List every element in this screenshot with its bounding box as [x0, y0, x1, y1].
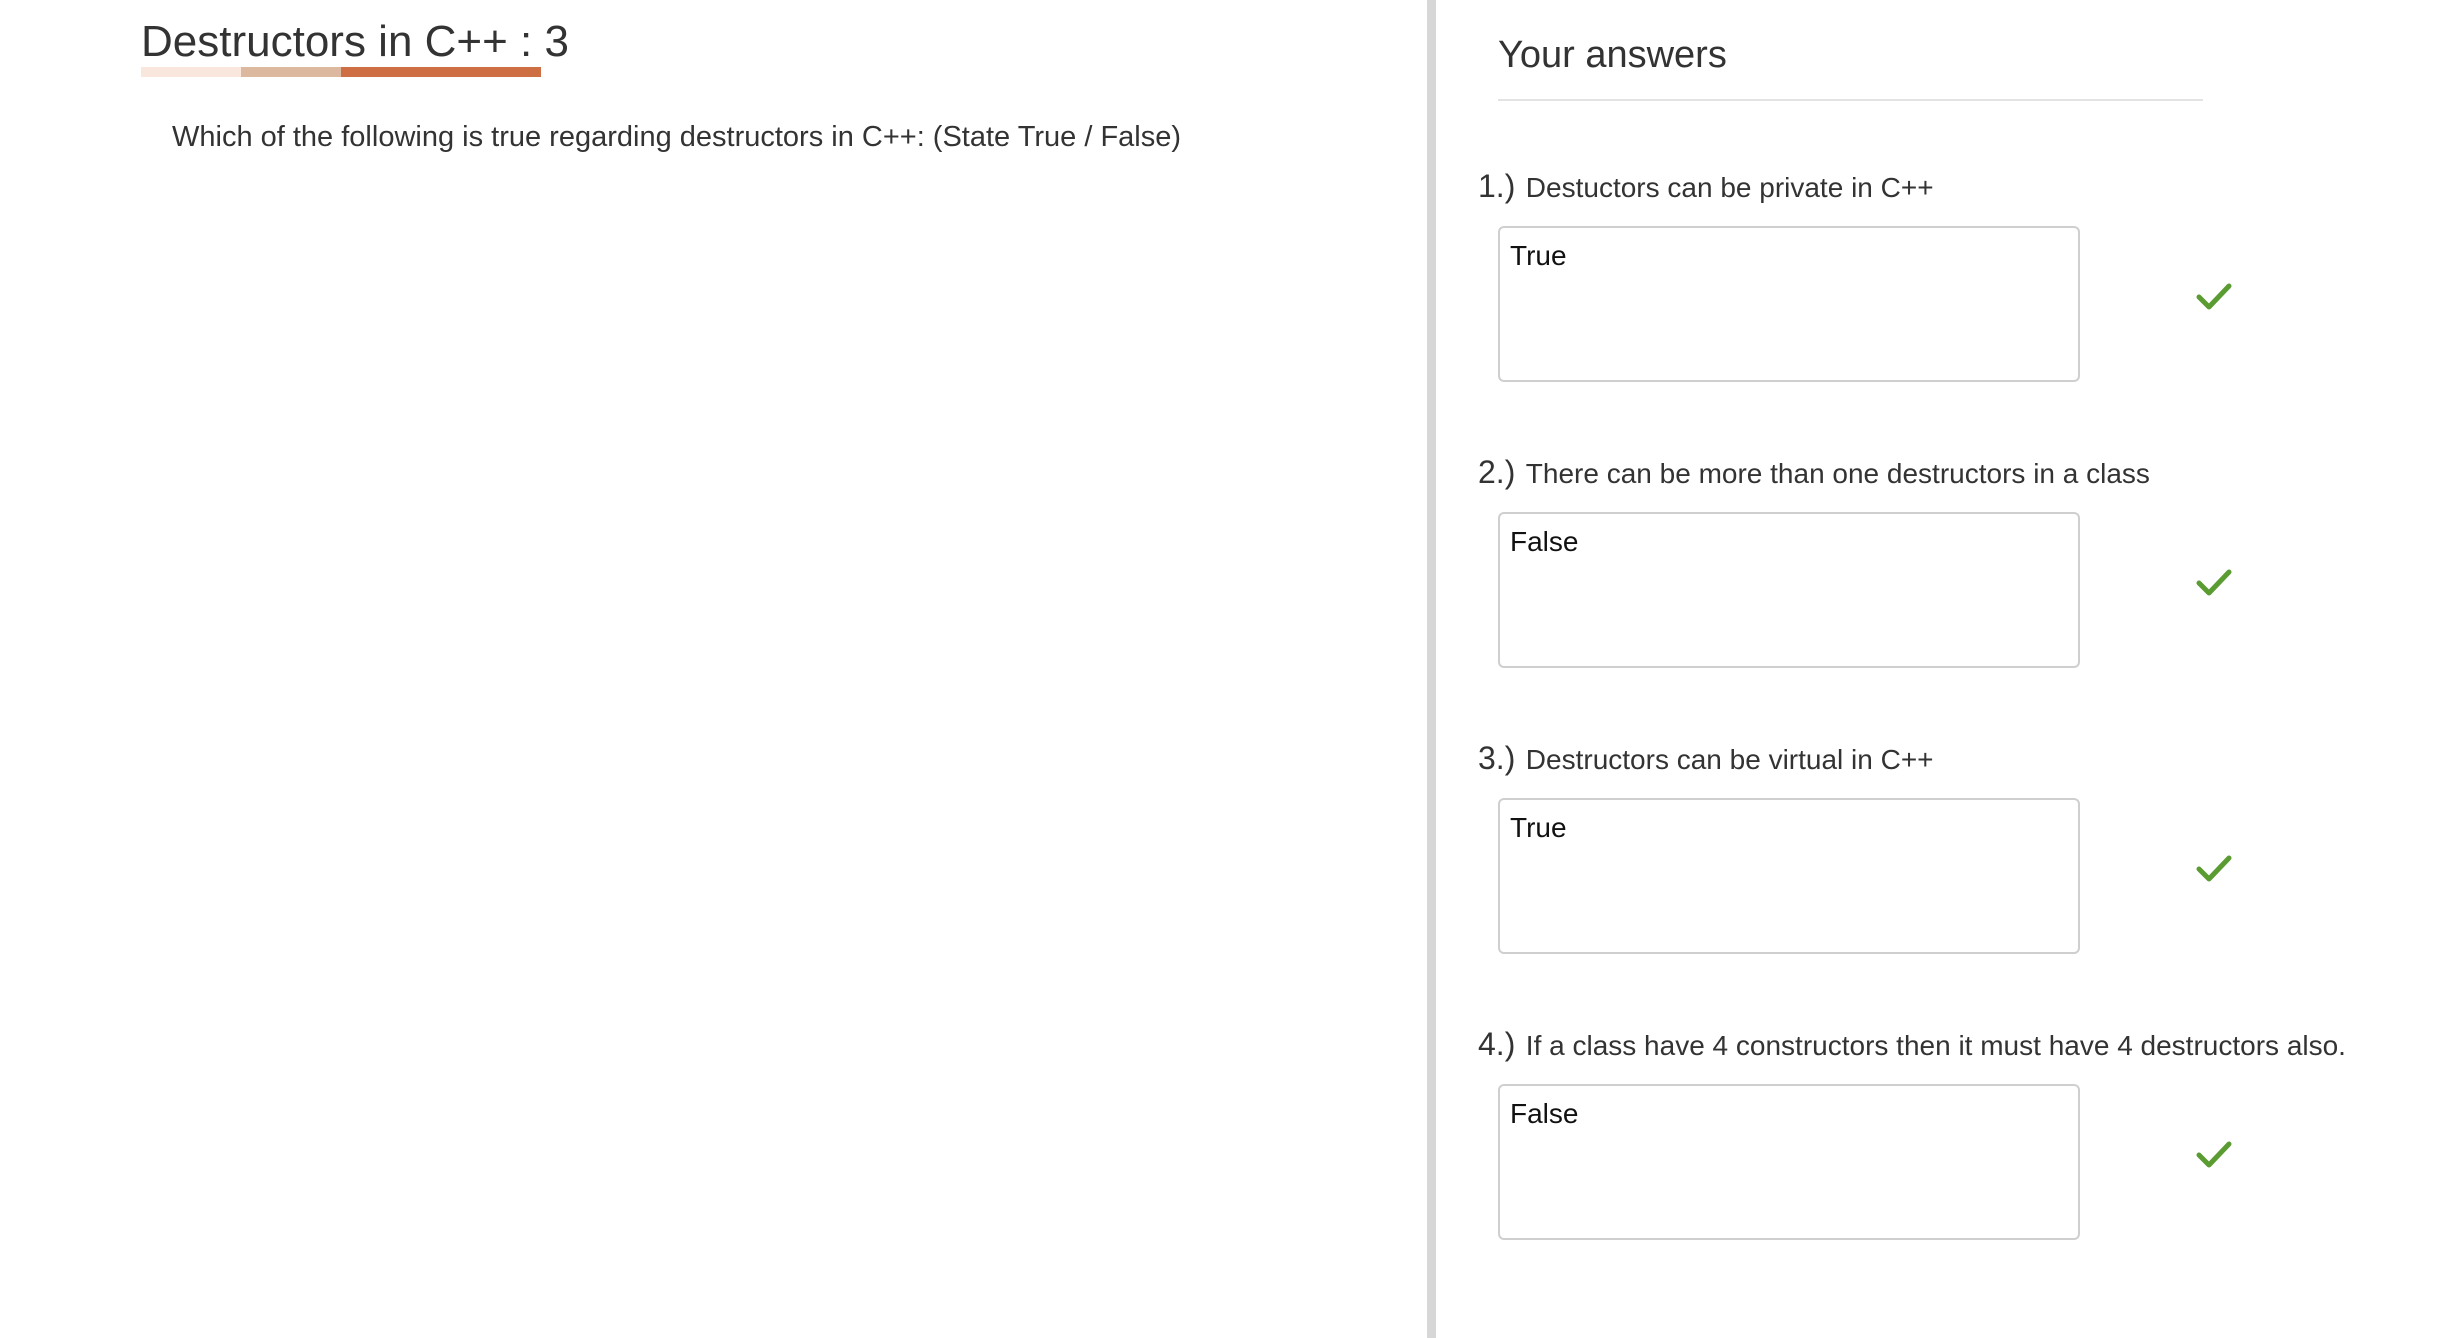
underline-segment-3: [341, 67, 541, 77]
answer-label: 2.) There can be more than one destructo…: [1478, 452, 2150, 499]
title-underline: [141, 67, 541, 77]
answer-number: 1.): [1478, 168, 1516, 204]
answers-divider: [1498, 99, 2203, 101]
check-icon: [2196, 569, 2232, 596]
quiz-title: Destructors in C++ : 3: [141, 17, 569, 66]
answer-label: 1.) Destuctors can be private in C++: [1478, 166, 1934, 213]
answer-number: 3.): [1478, 740, 1516, 776]
answer-number: 4.): [1478, 1026, 1516, 1062]
check-icon: [2196, 283, 2232, 310]
answer-input[interactable]: True: [1498, 798, 2080, 954]
answer-question: If a class have 4 constructors then it m…: [1525, 1030, 2346, 1061]
answer-item-2: 2.) There can be more than one destructo…: [1478, 452, 2458, 732]
check-icon: [2196, 1141, 2232, 1168]
answer-label: 3.) Destructors can be virtual in C++: [1478, 738, 1934, 785]
answer-item-3: 3.) Destructors can be virtual in C++ Tr…: [1478, 738, 2458, 1018]
answer-label: 4.) If a class have 4 constructors then …: [1478, 1024, 2346, 1071]
answer-question: Destuctors can be private in C++: [1525, 172, 1934, 203]
answer-input[interactable]: False: [1498, 1084, 2080, 1240]
underline-segment-2: [241, 67, 341, 77]
pane-divider[interactable]: [1427, 0, 1436, 1338]
answers-title: Your answers: [1498, 34, 1727, 76]
question-pane: Destructors in C++ : 3 Which of the foll…: [0, 0, 1427, 1338]
quiz-page: Destructors in C++ : 3 Which of the foll…: [0, 0, 2458, 1338]
answer-input[interactable]: True: [1498, 226, 2080, 382]
answer-input[interactable]: False: [1498, 512, 2080, 668]
check-icon: [2196, 855, 2232, 882]
answer-number: 2.): [1478, 454, 1516, 490]
answer-question: There can be more than one destructors i…: [1525, 458, 2150, 489]
answer-question: Destructors can be virtual in C++: [1525, 744, 1934, 775]
underline-segment-1: [141, 67, 241, 77]
answer-item-1: 1.) Destuctors can be private in C++ Tru…: [1478, 166, 2458, 446]
question-text: Which of the following is true regarding…: [172, 121, 1182, 153]
answer-item-4: 4.) If a class have 4 constructors then …: [1478, 1024, 2458, 1304]
answers-pane: Your answers 1.) Destuctors can be priva…: [1436, 0, 2458, 1338]
